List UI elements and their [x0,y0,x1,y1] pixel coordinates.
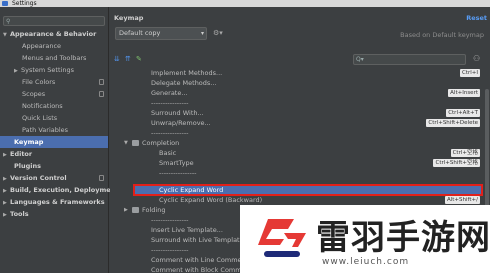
window-titlebar: Settings [0,0,490,7]
action-row[interactable]: Cyclic Expand Word (Backward) Alt+Shift+… [110,195,482,205]
sidebar-item-path-variables[interactable]: Path Variables [0,124,108,136]
sidebar-item-version-control[interactable]: ▶ Version Control [0,172,108,184]
keymap-scheme-select[interactable]: Default copy ▾ [115,27,207,40]
project-scope-icon [99,79,104,85]
group-row-completion[interactable]: ▼ Completion [110,138,482,148]
expand-all-icon[interactable]: ⇊ [114,55,120,63]
based-on-text: Based on Default keymap [400,31,484,39]
separator-row: ---------------- [151,129,189,137]
sidebar-item-keymap[interactable]: Keymap [0,136,108,148]
sidebar-item-build-execution-deployment[interactable]: ▶ Build, Execution, Deployment [0,184,118,196]
settings-search-input[interactable]: ⚲ [3,16,105,26]
watermark-logo-icon [258,219,306,257]
edit-icon[interactable]: ✎ [136,55,142,63]
watermark-title: 雷羽手游网 [316,218,490,258]
chevron-down-icon: ▼ [124,140,128,146]
sidebar-item-appearance-behavior[interactable]: ▼ Appearance & Behavior [0,28,108,40]
reset-link[interactable]: Reset [466,14,487,22]
chevron-right-icon: ▶ [3,212,7,218]
project-scope-icon [99,175,104,181]
sidebar-item-scopes[interactable]: Scopes [0,88,108,100]
search-icon: Q▾ [356,56,364,63]
action-row[interactable]: Implement Methods... Ctrl+I [110,68,482,78]
watermark-url: www.leiuch.com [322,257,410,267]
sidebar-item-system-settings[interactable]: ▶ System Settings [0,64,108,76]
action-row[interactable]: Basic Ctrl+空格 [110,148,482,158]
chevron-right-icon: ▶ [124,207,128,213]
shortcut-badge: Ctrl+Shift+空格 [433,159,480,167]
sidebar-item-notifications[interactable]: Notifications [0,100,108,112]
separator-row: ---------------- [159,169,197,177]
chevron-down-icon: ▾ [200,30,204,37]
sidebar-item-file-colors[interactable]: File Colors [0,76,108,88]
folder-icon [132,140,139,146]
watermark-banner: 雷羽手游网 www.leiuch.com [240,205,490,273]
folder-icon [132,207,139,213]
app-icon [2,1,8,6]
settings-sidebar: ⚲ ▼ Appearance & Behavior Appearance Menu… [0,7,118,273]
sidebar-item-appearance[interactable]: Appearance [0,40,108,52]
action-row-cyclic-expand-word[interactable]: Cyclic Expand Word [133,184,483,196]
separator-row: ---------------- [151,99,189,107]
keymap-filter-input[interactable]: Q▾ [353,54,466,65]
action-row[interactable]: Delegate Methods... [110,78,482,88]
sidebar-item-quick-lists[interactable]: Quick Lists [0,112,108,124]
sidebar-item-tools[interactable]: ▶ Tools [0,208,108,220]
collapse-all-icon[interactable]: ⇈ [125,55,131,63]
project-scope-icon [99,91,104,97]
action-row[interactable]: Surround With... Ctrl+Alt+T [110,108,482,118]
action-row[interactable]: Generate... Alt+Insert [110,88,482,98]
gear-icon[interactable]: ⚙▾ [213,29,223,37]
shortcut-badge: Ctrl+I [459,69,480,77]
window-title: Settings [12,0,37,7]
sidebar-item-plugins[interactable]: Plugins [0,160,108,172]
action-row[interactable]: SmartType Ctrl+Shift+空格 [110,158,482,168]
shortcut-badge: Alt+Shift+/ [444,196,480,204]
find-by-shortcut-icon[interactable]: ⚇ [473,54,480,63]
action-row[interactable]: Unwrap/Remove... Ctrl+Shift+Delete [110,118,482,128]
sidebar-item-editor[interactable]: ▶ Editor [0,148,108,160]
shortcut-badge: Ctrl+Shift+Delete [426,119,480,127]
sidebar-item-menus-toolbars[interactable]: Menus and Toolbars [0,52,108,64]
shortcut-badge: Ctrl+Alt+T [446,109,480,117]
page-title: Keymap [114,14,144,22]
sidebar-item-languages-frameworks[interactable]: ▶ Languages & Frameworks [0,196,108,208]
search-icon: ⚲ [6,18,11,25]
shortcut-badge: Ctrl+空格 [450,149,480,157]
shortcut-badge: Alt+Insert [448,89,480,97]
